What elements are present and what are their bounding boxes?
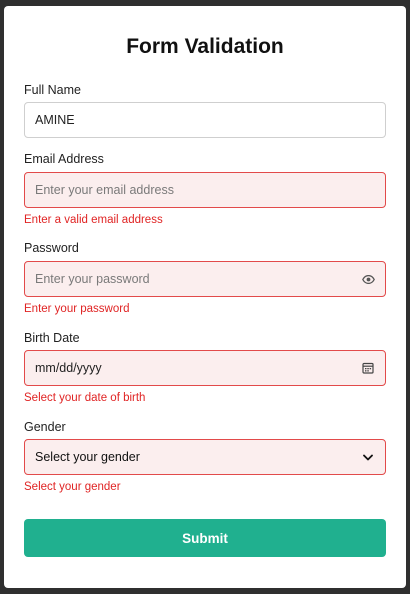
gender-selected-value: Select your gender — [35, 450, 140, 464]
birth-date-error: Select your date of birth — [24, 392, 146, 404]
email-input[interactable]: Enter your email address — [24, 172, 386, 208]
password-placeholder: Enter your password — [35, 272, 150, 286]
birth-date-input[interactable]: mm/dd/yyyy — [24, 350, 386, 386]
eye-icon[interactable] — [361, 272, 375, 286]
password-error: Enter your password — [24, 303, 130, 315]
gender-select[interactable]: Select your gender — [24, 439, 386, 475]
form-card: Form Validation Full Name AMINE Email Ad… — [4, 6, 406, 588]
email-label: Email Address — [24, 152, 104, 166]
gender-error: Select your gender — [24, 481, 121, 493]
birth-date-label: Birth Date — [24, 331, 80, 345]
password-label: Password — [24, 241, 79, 255]
calendar-icon[interactable] — [361, 361, 375, 375]
email-error: Enter a valid email address — [24, 214, 163, 226]
password-input[interactable]: Enter your password — [24, 261, 386, 297]
full-name-label: Full Name — [24, 83, 81, 97]
birth-date-placeholder: mm/dd/yyyy — [35, 361, 102, 375]
email-placeholder: Enter your email address — [35, 183, 174, 197]
gender-label: Gender — [24, 420, 66, 434]
submit-button[interactable]: Submit — [24, 519, 386, 557]
chevron-down-icon[interactable] — [361, 450, 375, 464]
full-name-input[interactable]: AMINE — [24, 102, 386, 138]
form-title: Form Validation — [126, 35, 284, 58]
full-name-value: AMINE — [35, 113, 75, 127]
